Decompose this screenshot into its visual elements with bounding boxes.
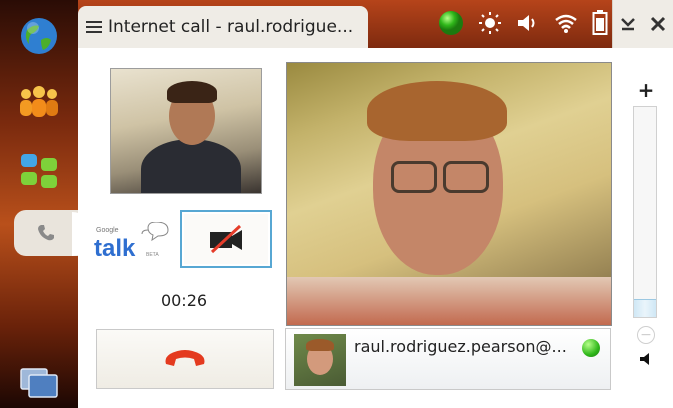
volume-slider[interactable] [633,106,657,318]
phone-icon[interactable] [14,210,78,256]
hang-up-icon [165,350,205,366]
window-title: Internet call - raul.rodrigue... [108,17,354,37]
minimize-icon [621,18,635,31]
call-timer: 00:26 [160,291,208,310]
contacts-icon[interactable] [14,80,64,124]
presence-icon [438,10,464,40]
contact-name: raul.rodriguez.pearson@... [354,337,567,356]
logo-name: talk [94,235,136,262]
logo-brand: Google [96,227,119,234]
close-icon [650,16,666,32]
window-title-tab[interactable]: Internet call - raul.rodrigue... [78,6,368,48]
end-call-button[interactable] [96,329,274,389]
google-talk-logo: Google talk BETA [94,221,174,262]
close-button[interactable] [643,0,673,48]
app-dock [0,0,78,408]
avatar [294,334,346,386]
title-bar: Internet call - raul.rodrigue... [78,0,673,48]
video-off-icon [210,224,242,254]
volume-up-button[interactable]: + [636,78,656,102]
video-toggle-button[interactable] [180,210,272,268]
task-switcher-icon[interactable] [14,360,64,404]
menu-icon [86,21,102,33]
apps-icon[interactable] [14,150,64,194]
volume-level [634,299,656,317]
wifi-icon [554,12,578,38]
contact-card[interactable]: raul.rodriguez.pearson@... [285,328,611,390]
volume-icon [516,12,540,38]
remote-video [286,62,612,326]
globe-icon[interactable] [14,14,64,58]
speaker-icon [640,353,649,365]
minimize-button[interactable] [612,0,643,48]
self-video-preview [110,68,262,194]
logo-tag: BETA [146,252,159,258]
battery-icon [592,10,608,40]
volume-down-button[interactable]: − [637,326,655,344]
presence-indicator-icon [582,339,600,357]
brightness-icon [478,11,502,39]
status-area[interactable] [438,8,608,42]
